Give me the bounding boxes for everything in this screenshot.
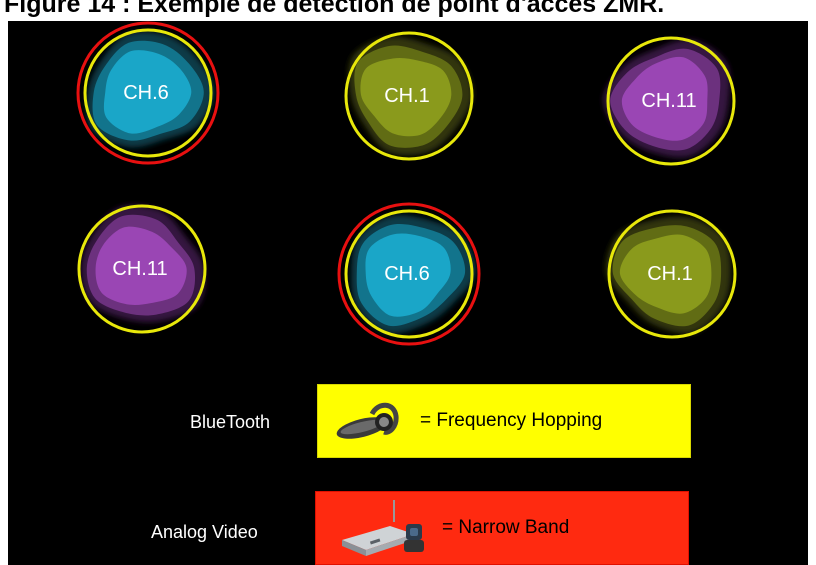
legend-box-analog-video: = Narrow Band	[315, 491, 689, 565]
access-point-ch6: CH.6	[76, 21, 220, 165]
figure-title: Figure 14 : Exemple de détection de poin…	[4, 0, 665, 18]
channel-label: CH.6	[384, 263, 430, 285]
access-point-ch11: CH.11	[603, 36, 736, 166]
legend-box-bluetooth: = Frequency Hopping	[317, 384, 691, 458]
channel-label: CH.11	[112, 258, 167, 280]
channel-label: CH.1	[647, 263, 693, 285]
legend-label-analog-video: Analog Video	[151, 522, 258, 542]
access-point-ch1: CH.1	[605, 209, 737, 339]
legend-desc-bluetooth: = Frequency Hopping	[420, 410, 603, 431]
channel-label: CH.6	[123, 82, 169, 104]
diagram-canvas: CH.6 CH.1 CH.11 CH.11 CH.6 CH.1 BlueTooth = F…	[8, 21, 808, 565]
access-point-ch1: CH.1	[344, 31, 474, 161]
bluetooth-headset-icon	[336, 402, 399, 439]
channel-label: CH.1	[384, 85, 430, 107]
legend-desc-analog-video: = Narrow Band	[442, 517, 570, 538]
access-point-ch11: CH.11	[77, 204, 207, 334]
legend-label-bluetooth: BlueTooth	[190, 412, 271, 432]
video-transmitter-icon	[342, 500, 424, 556]
channel-label: CH.11	[641, 90, 696, 112]
access-point-ch6: CH.6	[337, 202, 481, 346]
access-point-map: CH.6 CH.1 CH.11 CH.11 CH.6 CH.1	[76, 21, 737, 346]
